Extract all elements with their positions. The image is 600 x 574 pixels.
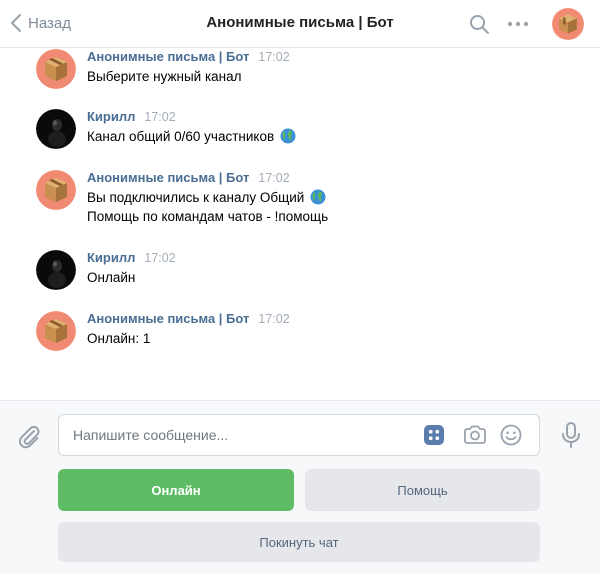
chat-avatar[interactable]	[552, 8, 584, 40]
microphone-icon[interactable]	[558, 421, 584, 449]
message-text-line: Вы подключились к каналу Общий	[87, 190, 305, 205]
globe-emoji-icon	[280, 128, 296, 144]
message-text-line: Помощь по командам чатов - !помощь	[87, 209, 329, 224]
search-icon[interactable]	[467, 12, 491, 36]
message-time: 17:02	[258, 312, 290, 326]
camera-icon[interactable]	[462, 423, 488, 447]
paperclip-icon[interactable]	[16, 423, 42, 449]
message-text: Онлайн	[87, 270, 136, 285]
message-time: 17:02	[144, 110, 176, 124]
leave-chat-button[interactable]: Покинуть чат	[58, 522, 540, 562]
message-time: 17:02	[258, 50, 290, 64]
user-avatar[interactable]	[36, 250, 76, 290]
person-silhouette-icon	[36, 250, 76, 290]
message-author[interactable]: Кирилл	[87, 109, 135, 124]
message-time: 17:02	[258, 171, 290, 185]
box-icon	[36, 311, 76, 351]
emoji-smile-icon[interactable]	[499, 423, 523, 447]
message-author[interactable]: Анонимные письма | Бот	[87, 49, 249, 64]
message-author[interactable]: Анонимные письма | Бот	[87, 311, 249, 326]
person-silhouette-icon	[36, 109, 76, 149]
bot-avatar[interactable]	[36, 49, 76, 89]
box-icon	[552, 8, 584, 40]
message-text: Вы подключились к каналу Общий	[87, 188, 328, 207]
help-button[interactable]: Помощь	[305, 469, 540, 511]
user-avatar[interactable]	[36, 109, 76, 149]
message-text: Выберите нужный канал	[87, 69, 242, 84]
more-icon[interactable]	[506, 12, 530, 36]
message-author[interactable]: Анонимные письма | Бот	[87, 170, 249, 185]
box-icon	[36, 170, 76, 210]
message-author[interactable]: Кирилл	[87, 250, 135, 265]
message-time: 17:02	[144, 251, 176, 265]
bot-avatar[interactable]	[36, 170, 76, 210]
message-text-line: Канал общий 0/60 участников	[87, 129, 275, 144]
message-input-box	[58, 414, 540, 456]
message-list: Анонимные письма | Бот 17:02 Выберите ну…	[0, 49, 600, 399]
message-input[interactable]	[73, 415, 413, 455]
message-text: Канал общий 0/60 участников	[87, 127, 296, 146]
message-text: Онлайн: 1	[87, 331, 151, 346]
box-icon	[36, 49, 76, 89]
bot-keyboard-icon[interactable]	[422, 423, 446, 447]
chat-header: Назад Анонимные письма | Бот	[0, 0, 600, 48]
bot-avatar[interactable]	[36, 311, 76, 351]
globe-emoji-icon	[310, 189, 326, 205]
composer-area: Онлайн Помощь Покинуть чат	[0, 400, 600, 574]
online-button[interactable]: Онлайн	[58, 469, 294, 511]
